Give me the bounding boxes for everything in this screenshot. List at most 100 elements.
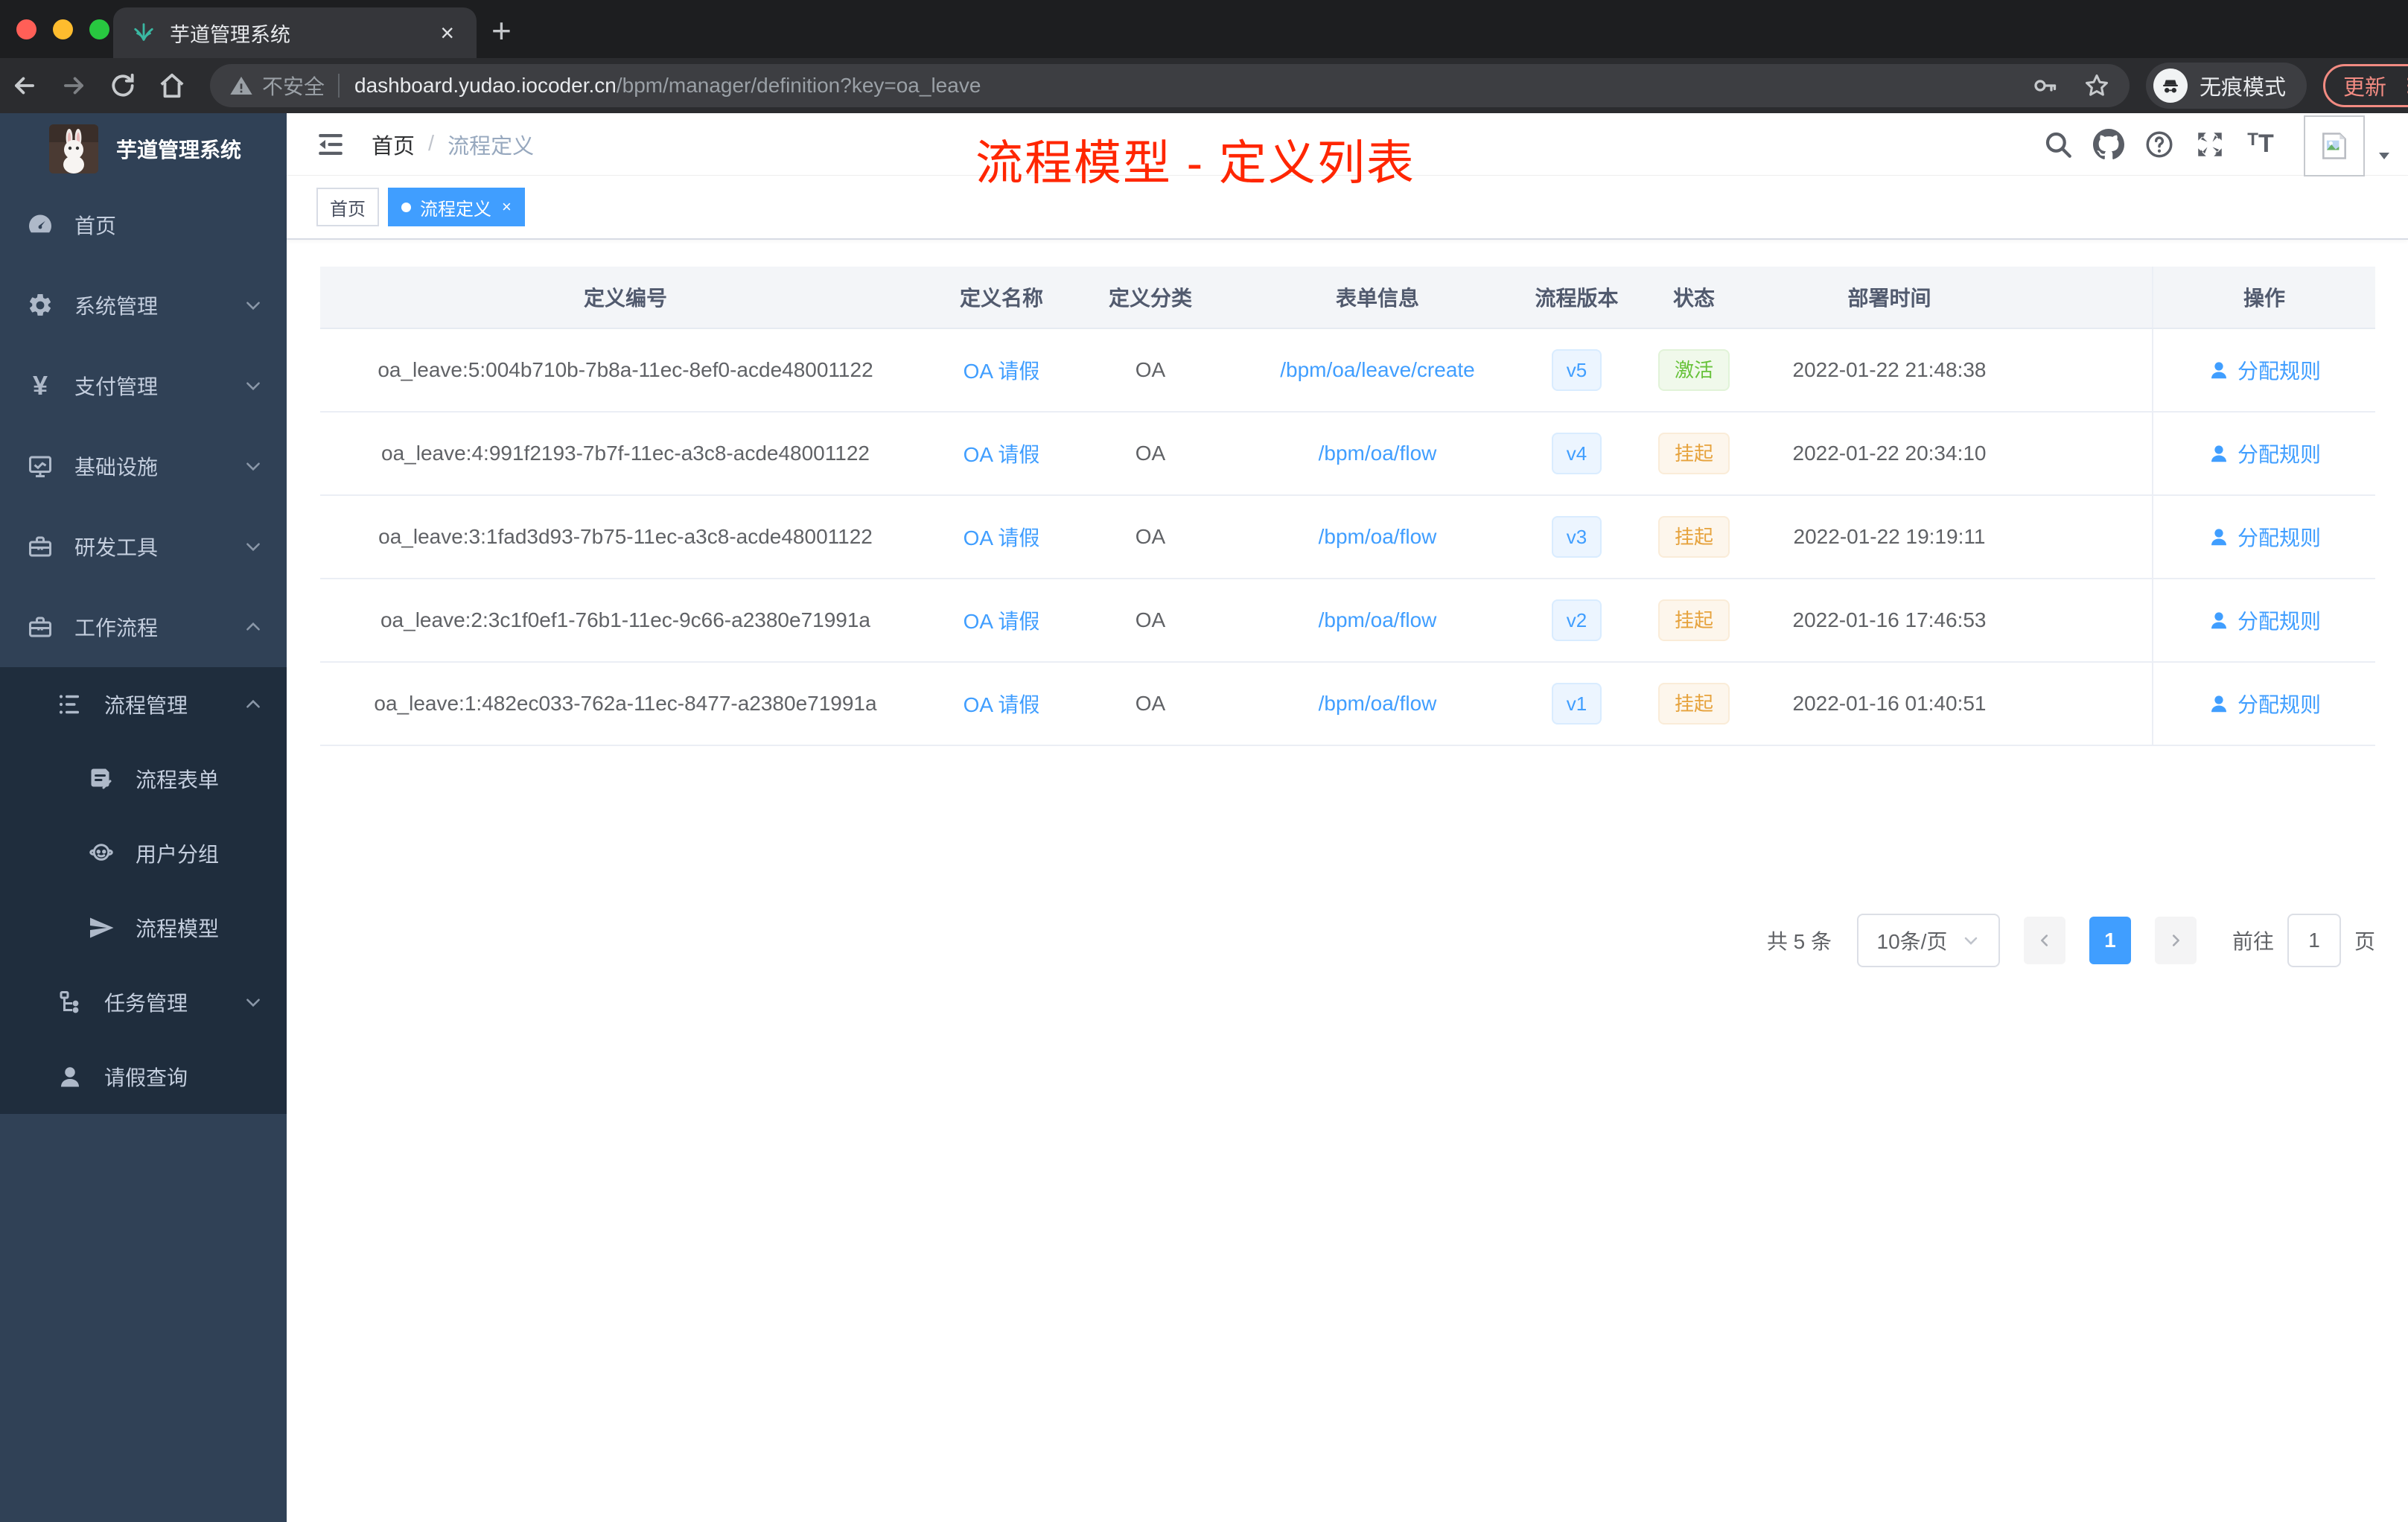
deploy-time: 2022-01-22 21:48:38: [1792, 358, 1987, 381]
form-link[interactable]: /bpm/oa/leave/create: [1280, 358, 1475, 381]
breadcrumb-home[interactable]: 首页: [372, 129, 415, 160]
sidebar-item-task-management[interactable]: 任务管理: [0, 965, 287, 1039]
workflow-submenu: 流程管理 流程表单 用户分组 流程模型 任务管理 请假查询: [0, 667, 287, 1114]
deploy-time: 2022-01-16 01:40:51: [1792, 692, 1987, 715]
sidebar-item-process-model[interactable]: 流程模型: [0, 891, 287, 965]
sidebar-item-system[interactable]: 系统管理: [0, 265, 287, 346]
sidebar-item-label: 首页: [74, 214, 117, 238]
sidebar-item-payment[interactable]: ¥ 支付管理: [0, 346, 287, 426]
github-icon[interactable]: [2083, 128, 2134, 160]
goto-suffix: 页: [2354, 930, 2375, 953]
font-size-icon[interactable]: TT: [2235, 130, 2286, 159]
prev-page-button[interactable]: [2023, 917, 2065, 964]
avatar-broken-image-icon[interactable]: [2304, 115, 2365, 176]
toolbox-icon: [27, 533, 54, 560]
tag-process-definition[interactable]: 流程定义 ×: [388, 188, 525, 226]
favicon-grass-icon: [133, 20, 155, 46]
table-row: oa_leave:2:3c1f0ef1-76b1-11ec-9c66-a2380…: [320, 579, 2375, 663]
sidebar-item-dev-tools[interactable]: 研发工具: [0, 506, 287, 587]
version-badge: v2: [1551, 599, 1602, 641]
next-page-button[interactable]: [2154, 917, 2197, 964]
status-badge: 挂起: [1657, 516, 1730, 558]
sidebar-fold-icon[interactable]: [315, 129, 346, 160]
browser-tab[interactable]: 芋道管理系统 ×: [113, 7, 477, 58]
form-link[interactable]: /bpm/oa/flow: [1319, 525, 1437, 548]
column-header-actions: 操作: [2152, 267, 2375, 328]
goto-page-input[interactable]: [2287, 914, 2341, 967]
back-icon[interactable]: [0, 71, 49, 100]
sidebar-item-home[interactable]: 首页: [0, 185, 287, 265]
minimize-window-button[interactable]: [53, 19, 73, 39]
sidebar-item-leave-query[interactable]: 请假查询: [0, 1039, 287, 1114]
assign-rule-label: 分配规则: [2237, 443, 2321, 466]
pagination-total: 共 5 条: [1766, 930, 1832, 953]
assign-rule-label: 分配规则: [2237, 693, 2321, 716]
reload-icon[interactable]: [98, 71, 147, 100]
sidebar-item-process-form[interactable]: 流程表单: [0, 742, 287, 816]
close-window-button[interactable]: [16, 19, 36, 39]
sidebar-item-label: 任务管理: [104, 992, 188, 1015]
definition-name-link[interactable]: OA 请假: [963, 443, 1040, 466]
bookmark-star-icon[interactable]: [2083, 72, 2110, 99]
address-bar[interactable]: 不安全 dashboard.yudao.iocoder.cn/bpm/manag…: [210, 64, 2130, 107]
table-row: oa_leave:4:991f2193-7b7f-11ec-a3c8-acde4…: [320, 413, 2375, 496]
new-tab-button[interactable]: +: [491, 13, 512, 48]
definition-category: OA: [1135, 358, 1166, 381]
breadcrumb-current: 流程定义: [447, 134, 535, 159]
forward-icon[interactable]: [49, 71, 98, 100]
home-icon[interactable]: [147, 71, 197, 100]
sidebar-item-workflow[interactable]: 工作流程: [0, 587, 287, 667]
definition-name-link[interactable]: OA 请假: [963, 610, 1040, 633]
definition-id: oa_leave:3:1fad3d93-7b75-11ec-a3c8-acde4…: [378, 525, 873, 548]
search-icon[interactable]: [2033, 129, 2083, 160]
assign-rule-button[interactable]: 分配规则: [2208, 605, 2321, 635]
avatar-caret-down-icon[interactable]: [2375, 147, 2393, 165]
yen-icon: ¥: [32, 370, 48, 401]
zoom-window-button[interactable]: [89, 19, 109, 39]
workflow-briefcase-icon: [27, 614, 54, 640]
sidebar-item-infrastructure[interactable]: 基础设施: [0, 426, 287, 506]
screen: 芋道管理系统 × + 不安全 dashboard.yudao.iocoder.c…: [0, 0, 2408, 1522]
page-size-select[interactable]: 10条/页: [1856, 914, 2000, 967]
sidebar-item-label: 请假查询: [104, 1066, 188, 1089]
definition-name-link[interactable]: OA 请假: [963, 526, 1040, 550]
list-tree-icon: [57, 691, 83, 718]
sidebar-item-label: 流程模型: [136, 917, 220, 940]
insecure-label[interactable]: 不安全: [262, 71, 325, 101]
assign-rule-button[interactable]: 分配规则: [2208, 355, 2321, 385]
tag-label: 流程定义: [420, 199, 491, 220]
fullscreen-icon[interactable]: [2185, 129, 2235, 160]
definition-id: oa_leave:1:482ec033-762a-11ec-8477-a2380…: [374, 692, 877, 715]
sidebar-item-label: 流程表单: [136, 768, 220, 792]
tag-home[interactable]: 首页: [316, 188, 379, 226]
help-icon[interactable]: [2134, 129, 2185, 160]
monitor-icon: [27, 453, 54, 480]
chevron-down-icon: [243, 537, 263, 556]
definition-name-link[interactable]: OA 请假: [963, 360, 1040, 383]
deploy-time: 2022-01-22 19:19:11: [1793, 525, 1986, 548]
app-title: 芋道管理系统: [116, 138, 242, 162]
form-link[interactable]: /bpm/oa/flow: [1319, 442, 1437, 465]
definition-name-link[interactable]: OA 请假: [963, 693, 1040, 716]
page-number-1[interactable]: 1: [2089, 917, 2131, 964]
deploy-time: 2022-01-22 20:34:10: [1792, 442, 1987, 465]
tag-close-icon[interactable]: ×: [502, 197, 512, 217]
assign-rule-button[interactable]: 分配规则: [2208, 522, 2321, 552]
form-link[interactable]: /bpm/oa/flow: [1319, 608, 1437, 631]
tag-active-dot: [401, 202, 411, 212]
tab-close-icon[interactable]: ×: [437, 21, 457, 45]
assign-rule-button[interactable]: 分配规则: [2208, 689, 2321, 719]
sidebar-item-user-group[interactable]: 用户分组: [0, 816, 287, 891]
status-badge: 挂起: [1657, 599, 1730, 641]
password-key-icon[interactable]: [2031, 72, 2058, 99]
form-link[interactable]: /bpm/oa/flow: [1319, 692, 1437, 715]
sidebar-item-process-management[interactable]: 流程管理: [0, 667, 287, 742]
browser-menu-dots-icon[interactable]: [2398, 74, 2408, 97]
browser-update-button[interactable]: 更新: [2323, 64, 2408, 107]
status-badge: 挂起: [1657, 683, 1730, 725]
dashboard-icon: [27, 211, 54, 238]
sidebar-item-label: 支付管理: [74, 375, 159, 398]
tag-label: 首页: [330, 199, 366, 220]
assign-rule-button[interactable]: 分配规则: [2208, 439, 2321, 468]
logo-avatar: [49, 124, 98, 173]
